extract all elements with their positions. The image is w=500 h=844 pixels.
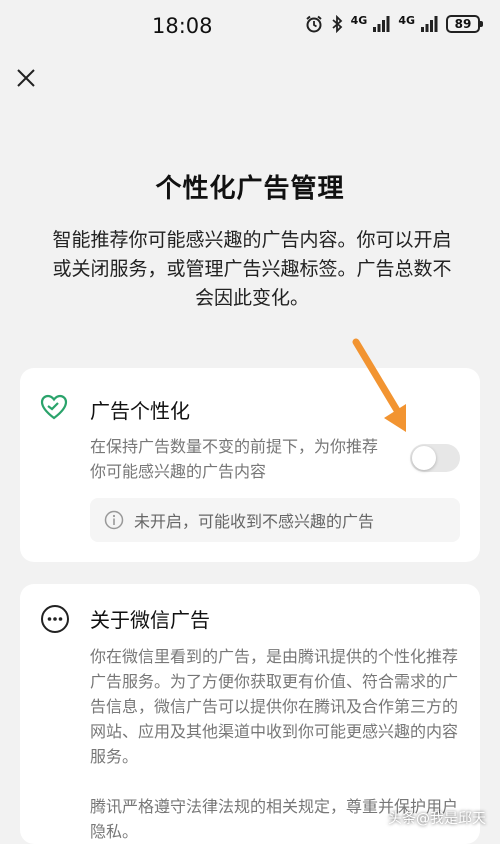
signal-icon bbox=[373, 16, 390, 32]
page-description: 智能推荐你可能感兴趣的广告内容。你可以开启或关闭服务，或管理广告兴趣标签。广告总… bbox=[52, 229, 452, 309]
annotation-arrow-icon bbox=[352, 338, 406, 432]
alarm-icon bbox=[305, 15, 322, 33]
ad-personalization-toggle[interactable] bbox=[410, 444, 460, 472]
info-icon bbox=[104, 510, 124, 530]
page-title: 个性化广告管理 bbox=[155, 174, 345, 204]
status-time: 18:08 bbox=[152, 14, 213, 38]
watermark: 头条@我是邱天 bbox=[388, 811, 486, 827]
toggle-knob bbox=[412, 446, 436, 470]
ad-personalization-notice: 未开启，可能收到不感兴趣的广告 bbox=[90, 498, 460, 542]
about-paragraph-1: 你在微信里看到的广告，是由腾讯提供的个性化推荐广告服务。为了方便你获取更有价值、… bbox=[90, 647, 459, 766]
heart-icon bbox=[40, 394, 68, 420]
signal-icon-2 bbox=[421, 16, 438, 32]
battery-icon: 89 bbox=[446, 15, 483, 33]
bluetooth-icon bbox=[332, 15, 342, 33]
network-type-1: 4G bbox=[350, 13, 368, 27]
status-bar: 18:08 4G 4G 89 bbox=[0, 0, 500, 56]
more-icon bbox=[40, 604, 70, 634]
notice-text: 未开启，可能收到不感兴趣的广告 bbox=[134, 512, 375, 531]
about-title: 关于微信广告 bbox=[90, 608, 210, 632]
ad-personalization-title: 广告个性化 bbox=[90, 399, 190, 423]
network-type-2: 4G bbox=[398, 13, 415, 27]
ad-personalization-description: 在保持广告数量不变的前提下，为你推荐你可能感兴趣的广告内容 bbox=[90, 437, 379, 481]
close-icon bbox=[17, 69, 35, 87]
about-wechat-ads-card: 关于微信广告 你在微信里看到的广告，是由腾讯提供的个性化推荐广告服务。为了方便你… bbox=[20, 584, 480, 844]
battery-level: 89 bbox=[454, 17, 472, 31]
status-icons: 4G 4G 89 bbox=[305, 13, 483, 33]
close-button[interactable] bbox=[10, 62, 42, 94]
